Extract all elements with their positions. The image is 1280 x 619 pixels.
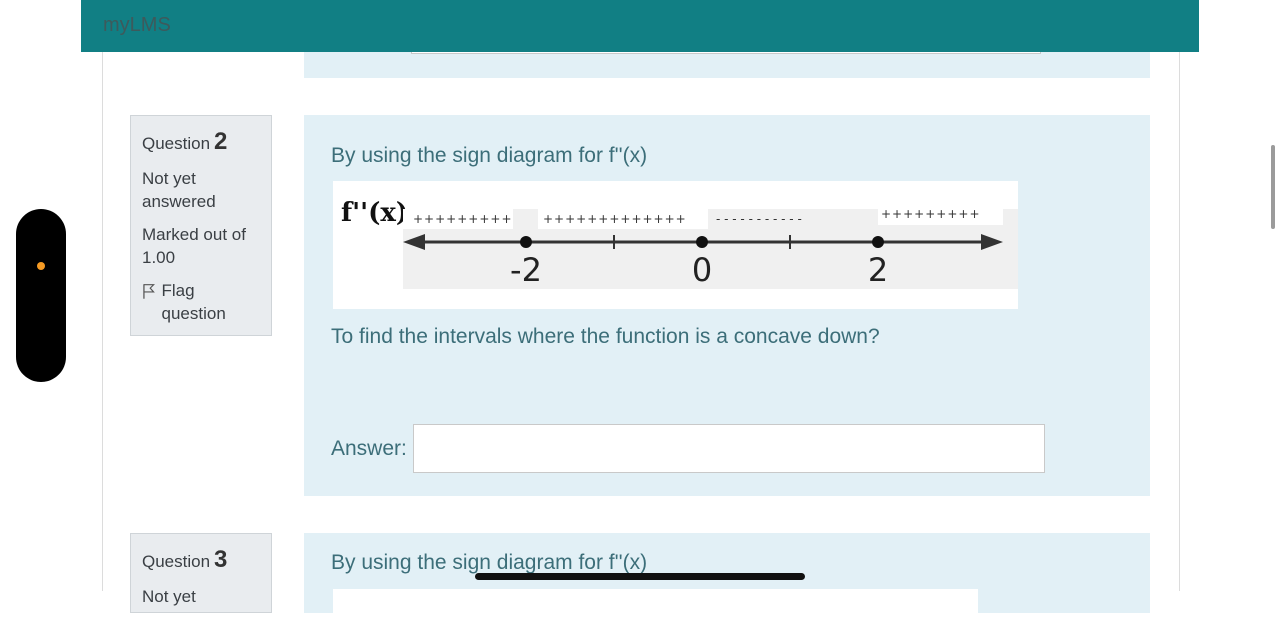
page-scrollbar[interactable] [1271, 145, 1275, 229]
indicator-dot [37, 262, 45, 270]
home-indicator[interactable] [475, 573, 805, 580]
floating-side-handle[interactable] [16, 209, 66, 382]
question-text: By using the sign diagram for f''(x) [331, 144, 648, 167]
answer-label: Answer: [331, 436, 407, 460]
question-formulation-2: By using the sign diagram for f''(x) f''… [304, 115, 1150, 496]
sign-interval-3: - - - - - - - - - - - [716, 212, 802, 226]
sign-diagram-image: f''(x) +++++++++ +++++++++++++ - - - - -… [333, 181, 1018, 309]
question-prompt: To find the intervals where the function… [331, 325, 880, 348]
critical-point [872, 236, 884, 248]
question-label: Question [142, 134, 211, 153]
question-text: By using the sign diagram for f''(x) [331, 551, 648, 574]
sign-interval-4: +++++++++ [881, 207, 981, 221]
tick-label: 0 [692, 251, 712, 289]
site-brand[interactable]: myLMS [103, 14, 171, 37]
critical-point [520, 236, 532, 248]
sign-diagram-image [333, 589, 978, 619]
question-label: Question [142, 552, 211, 571]
sign-interval-2: +++++++++++++ [543, 212, 687, 226]
function-label: f''(x) [341, 198, 408, 228]
question-number: 2 [214, 128, 228, 155]
question-number: 3 [214, 546, 228, 573]
critical-point [696, 236, 708, 248]
flag-icon[interactable] [142, 283, 156, 299]
answer-input[interactable] [412, 424, 1045, 473]
flag-question-toggle[interactable]: Flag question [142, 280, 260, 326]
flag-question-label[interactable]: Flag question [162, 280, 260, 326]
tick-label: -2 [510, 251, 542, 289]
sign-interval-1: +++++++++ [413, 212, 513, 226]
top-navbar: myLMS [81, 0, 1199, 52]
question-state: Not yet [142, 587, 196, 607]
question-state: Not yet answered [142, 169, 216, 212]
question-grade: Marked out of 1.00 [142, 225, 246, 268]
question-info-3: Question 3 Not yet [130, 533, 272, 613]
answer-row: Answer: [331, 424, 1045, 473]
question-info-2: Question 2 Not yet answered Marked out of… [130, 115, 272, 336]
sign-diagram: f''(x) +++++++++ +++++++++++++ - - - - -… [341, 198, 1018, 289]
tick-label: 2 [868, 251, 888, 289]
